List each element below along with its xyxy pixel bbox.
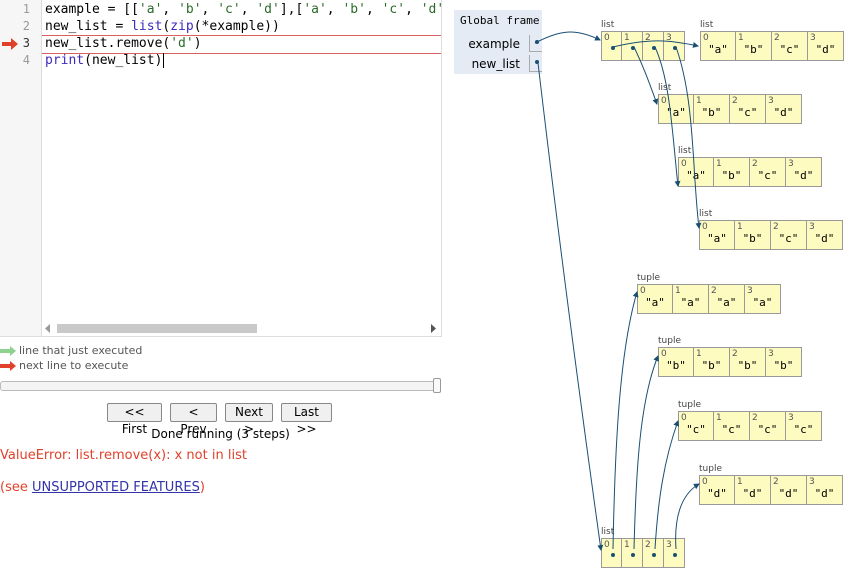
var-example: example [468, 37, 520, 51]
list-cell: 2 "c" [772, 31, 808, 61]
tuple-label: tuple [658, 336, 681, 346]
arrow-tuple-c [654, 420, 680, 550]
list-cell: 1 "b" [736, 31, 772, 61]
arrow-new-list [537, 62, 604, 551]
var-new-list-value [529, 55, 542, 72]
list-cell: 0 "a" [699, 220, 735, 250]
list-cell: 2 "c" [771, 220, 807, 250]
horizontal-scrollbar[interactable] [44, 322, 440, 334]
line-number: 1 [22, 2, 30, 16]
legend-next: next line to execute [0, 359, 128, 373]
tuple-cell: 3 "b" [766, 347, 802, 377]
list-cell: 1 "b" [735, 220, 771, 250]
line-gutter: 1 2 3 4 [0, 0, 42, 336]
arrow-list3 [675, 46, 702, 229]
line-number: 2 [22, 19, 30, 33]
unsupported-features-link[interactable]: UNSUPPORTED FEATURES [32, 480, 200, 495]
tuple-cell: 1 "a" [673, 284, 709, 314]
legend-next-label: next line to execute [19, 359, 129, 372]
var-example-value [529, 35, 542, 52]
code-line-2: new_list = list(zip(*example)) [45, 19, 280, 34]
tuple-cell: 0 "d" [699, 475, 735, 505]
tuple-cell: 0 "b" [658, 347, 694, 377]
list-cell: 0 "a" [700, 31, 736, 61]
list-cell: 3 "d" [766, 94, 802, 124]
list-cell: 0 [601, 31, 622, 61]
next-line-arrow-icon [2, 38, 18, 50]
next-arrow-icon [0, 361, 16, 371]
unsupported-note: (see UNSUPPORTED FEATURES) [0, 480, 205, 495]
tuple-cell: 0 "a" [637, 284, 673, 314]
first-button[interactable]: << First [107, 403, 162, 436]
list-cell: 1 [622, 31, 643, 61]
list-label: list [678, 146, 692, 156]
list-cell: 3 [664, 31, 685, 61]
list-cell: 3 "d" [786, 157, 822, 187]
list-cell: 3 "d" [808, 31, 844, 61]
list-label: list [601, 527, 615, 537]
tuple-cell: 2 "c" [750, 411, 786, 441]
scroll-thumb[interactable] [57, 324, 257, 333]
legend-executed-label: line that just executed [19, 344, 143, 357]
status-text: Done running (3 steps) [151, 427, 290, 441]
frame-title: Global frame [460, 14, 540, 27]
tuple-label: tuple [699, 464, 722, 474]
list-label: list [700, 20, 714, 30]
list-cell: 3 "d" [807, 220, 843, 250]
tuple-cell: 1 "d" [735, 475, 771, 505]
list-label: list [699, 209, 713, 219]
step-slider[interactable] [0, 381, 440, 391]
scroll-right-icon[interactable] [430, 324, 438, 333]
tuple-cell: 3 "c" [786, 411, 822, 441]
tuple-cell: 2 "b" [730, 347, 766, 377]
list-cell: 2 "c" [730, 94, 766, 124]
tuple-cell: 1 "c" [714, 411, 750, 441]
scroll-left-icon[interactable] [44, 324, 52, 333]
unsupported-suffix: ) [199, 480, 205, 495]
list-cell: 2 "c" [750, 157, 786, 187]
list-cell: 2 [643, 538, 664, 568]
code-line-4: print(new_list) [45, 53, 165, 68]
line-number: 4 [22, 53, 30, 67]
arrow-tuple-b [633, 355, 659, 550]
list-label: list [601, 20, 615, 30]
arrow-example [534, 31, 601, 44]
error-message: ValueError: list.remove(x): x not in lis… [0, 448, 247, 463]
tuple-cell: 0 "c" [678, 411, 714, 441]
last-button[interactable]: Last >> [281, 403, 332, 436]
list-cell: 1 "b" [694, 94, 730, 124]
var-new-list: new_list [471, 57, 520, 71]
code-line-3: new_list.remove('d') [45, 36, 202, 51]
list-cell: 0 [601, 538, 622, 568]
next-button[interactable]: Next > [225, 403, 273, 436]
list-cell: 1 [622, 538, 643, 568]
legend-executed: line that just executed [0, 344, 142, 358]
list-cell: 2 [643, 31, 664, 61]
tuple-label: tuple [637, 273, 660, 283]
tuple-cell: 3 "d" [807, 475, 843, 505]
arrow-tuple-a [612, 291, 639, 550]
executed-arrow-icon [0, 346, 16, 356]
prev-button[interactable]: < Prev [170, 403, 217, 436]
list-cell: 3 [664, 538, 685, 568]
code-line-1: example = [['a', 'b', 'c', 'd'],['a', 'b… [45, 2, 442, 17]
tuple-label: tuple [678, 400, 701, 410]
list-cell: 0 "a" [678, 157, 714, 187]
global-frame: Global frame example new_list [454, 10, 542, 74]
unsupported-prefix: (see [0, 480, 32, 495]
list-cell: 0 "a" [658, 94, 694, 124]
list-label: list [658, 83, 672, 93]
tuple-cell: 2 "a" [709, 284, 745, 314]
tuple-cell: 3 "a" [745, 284, 781, 314]
code-editor[interactable]: 1 2 3 4 example = [['a', 'b', 'c', 'd'],… [0, 0, 442, 337]
tuple-cell: 2 "d" [771, 475, 807, 505]
step-slider-handle[interactable] [433, 378, 441, 393]
tuple-cell: 1 "b" [694, 347, 730, 377]
list-cell: 1 "b" [714, 157, 750, 187]
